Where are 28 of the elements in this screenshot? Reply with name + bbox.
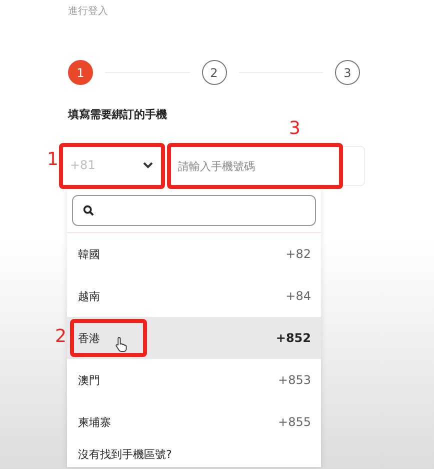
dial-code: +82 [286, 247, 311, 261]
country-name: 澳門 [78, 374, 100, 386]
search-field[interactable] [72, 195, 316, 226]
country-option[interactable]: 韓國 +82 [67, 233, 321, 275]
country-name: 香港 [78, 332, 100, 344]
help-link[interactable]: 沒有找到手機區號? [67, 443, 321, 467]
country-option[interactable]: 柬埔寨 +855 [67, 401, 321, 443]
dial-code: +852 [276, 331, 311, 345]
annotation-number: 3 [289, 120, 300, 138]
phone-field[interactable]: 請輸入手機號碼 [169, 146, 365, 186]
chevron-down-icon [143, 162, 153, 168]
step-indicator: 2 [202, 60, 226, 85]
dial-code: +84 [286, 289, 311, 303]
step-indicator: 3 [335, 60, 360, 85]
country-name: 柬埔寨 [78, 416, 111, 428]
dial-code: +853 [278, 373, 311, 387]
country-name: 越南 [78, 290, 100, 302]
annotation-number: 1 [47, 151, 58, 169]
country-name: 韓國 [78, 248, 100, 260]
dial-code: +855 [278, 415, 311, 429]
hand-cursor-icon [115, 336, 129, 352]
page-subtitle: 進行登入 [68, 4, 109, 18]
search-icon [83, 205, 94, 216]
country-option[interactable]: 越南 +84 [67, 275, 321, 317]
country-option[interactable]: 澳門 +853 [67, 359, 321, 401]
form-label: 填寫需要綁訂的手機 [68, 107, 168, 122]
annotation-number: 2 [55, 328, 66, 346]
step-indicator: 1 [68, 60, 93, 85]
